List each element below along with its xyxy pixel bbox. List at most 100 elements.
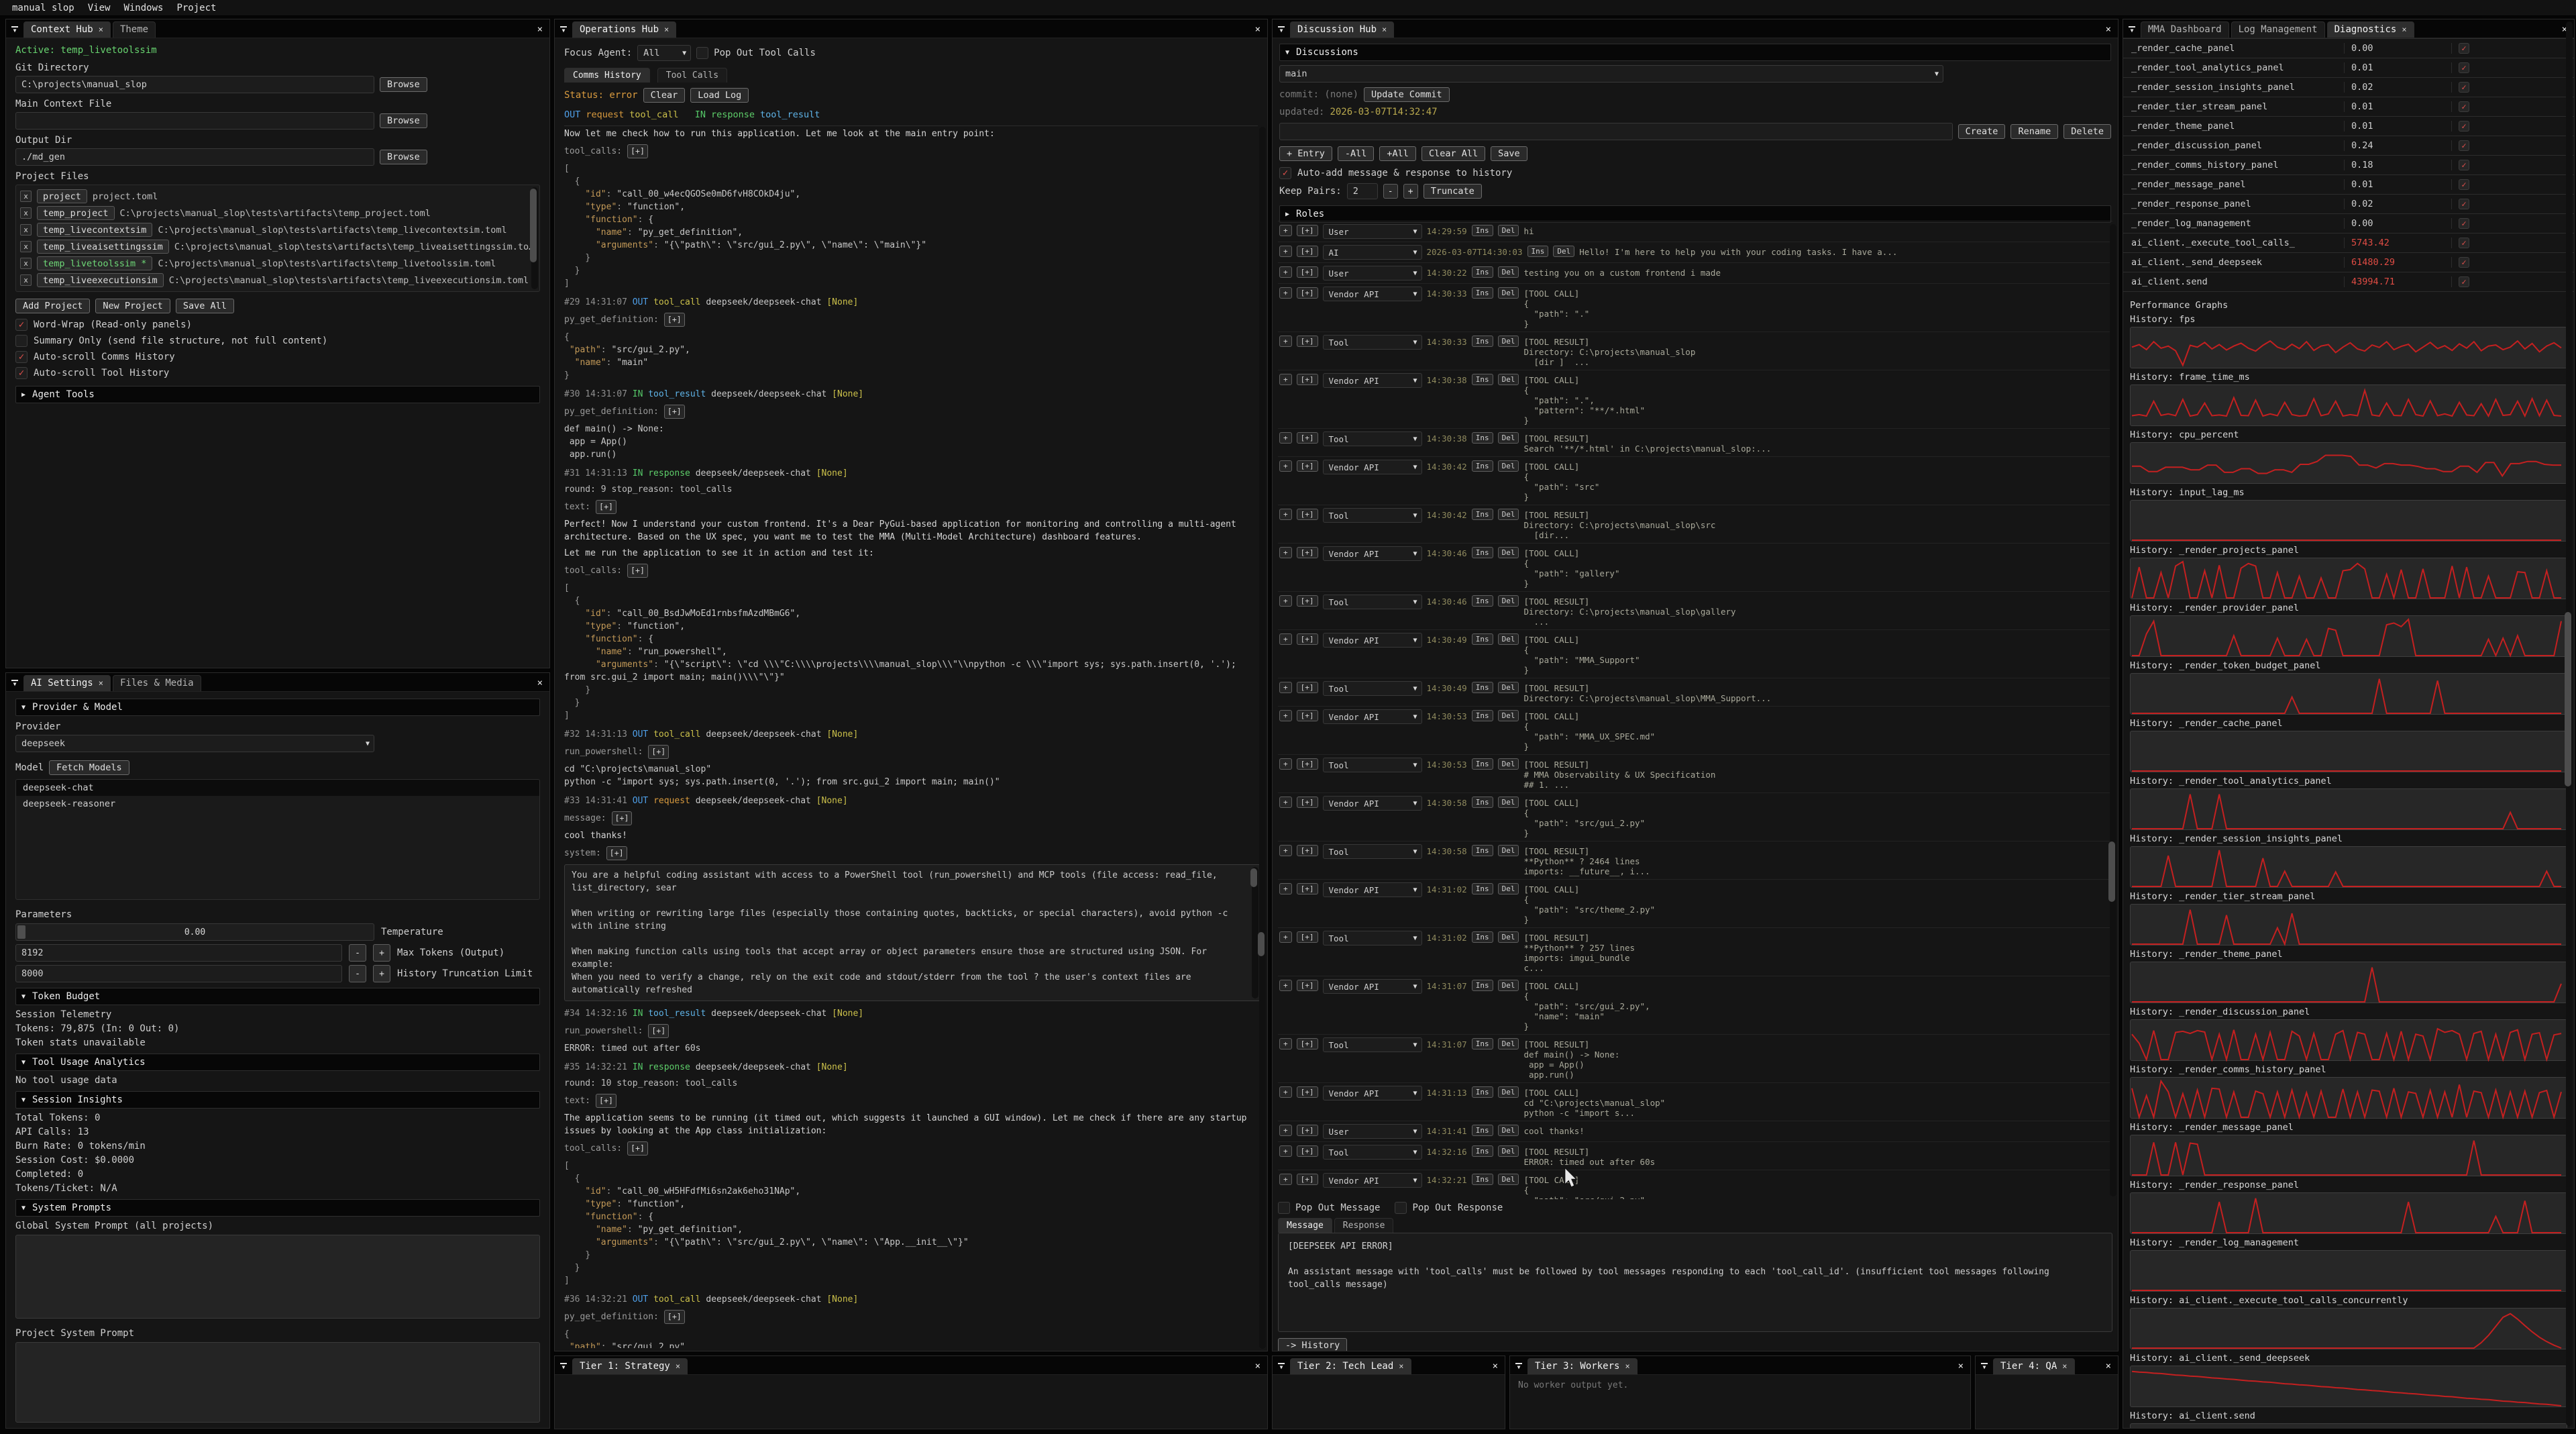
project-file-row[interactable]: xtemp_liveexecutionsimC:\projects\manual…	[20, 272, 535, 289]
discussion-entry-row[interactable]: +[+]Tool▼14:30:49InsDel[TOOL RESULT] Dir…	[1278, 678, 2112, 707]
add-entry-button[interactable]: +	[1279, 1125, 1292, 1136]
insert-entry-button[interactable]: Ins	[1472, 931, 1493, 943]
entry-role-select[interactable]: Vendor API▼	[1323, 546, 1422, 561]
expand-entry-button[interactable]: [+]	[1297, 547, 1318, 558]
minus-button[interactable]: -	[349, 965, 366, 982]
close-icon[interactable]: ×	[2106, 24, 2111, 35]
diag-checkbox[interactable]: ✓	[2459, 43, 2469, 54]
discussion-entry-row[interactable]: +[+]Vendor API▼14:30:58InsDel[TOOL CALL]…	[1278, 793, 2112, 841]
plus-button[interactable]: +	[373, 965, 390, 982]
menu-item-manual-slop[interactable]: manual slop	[5, 2, 81, 14]
expand-button[interactable]: [+]	[648, 745, 669, 759]
collapse-icon[interactable]: ▼	[9, 23, 21, 36]
delete-entry-button[interactable]: Del	[1498, 1174, 1519, 1185]
scrollbar[interactable]	[2566, 21, 2573, 1426]
insert-entry-button[interactable]: Ins	[1472, 980, 1493, 991]
expand-button[interactable]: [+]	[612, 811, 633, 825]
add-entry-button[interactable]: +	[1279, 710, 1292, 721]
delete-entry-button[interactable]: Del	[1498, 287, 1519, 299]
entry-role-select[interactable]: Vendor API▼	[1323, 633, 1422, 648]
entry-role-select[interactable]: Vendor API▼	[1323, 979, 1422, 994]
delete-entry-button[interactable]: Del	[1498, 432, 1519, 444]
discussion-entry-row[interactable]: +[+]Tool▼14:30:33InsDel[TOOL RESULT] Dir…	[1278, 332, 2112, 370]
discussion-entry-row[interactable]: +[+]Tool▼14:30:38InsDel[TOOL RESULT] Sea…	[1278, 429, 2112, 457]
add-entry-button[interactable]: +	[1279, 980, 1292, 991]
add-entry-button[interactable]: +	[1279, 246, 1292, 257]
tab-response[interactable]: Response	[1334, 1218, 1394, 1233]
project-files-list[interactable]: xprojectproject.tomlxtemp_projectC:\proj…	[15, 185, 540, 292]
message-error-box[interactable]: [DEEPSEEK API ERROR] An assistant messag…	[1278, 1233, 2112, 1332]
save-all-button[interactable]: Save All	[176, 299, 234, 313]
menu-item-windows[interactable]: Windows	[117, 2, 170, 14]
project-prompt-textarea[interactable]	[15, 1342, 540, 1423]
entry-role-select[interactable]: Tool▼	[1323, 508, 1422, 523]
remove-file-button[interactable]: x	[20, 224, 32, 236]
entry-role-select[interactable]: Vendor API▼	[1323, 1173, 1422, 1188]
tab-discussion-hub[interactable]: Discussion Hub ×	[1290, 21, 1394, 38]
provider-select[interactable]: deepseek ▼	[15, 735, 374, 752]
expand-entry-button[interactable]: [+]	[1297, 797, 1318, 808]
checkbox[interactable]: ✓	[15, 367, 28, 379]
truncate-button[interactable]: Truncate	[1424, 184, 1482, 199]
diag-checkbox[interactable]: ✓	[2459, 160, 2469, 170]
delete-entry-button[interactable]: Del	[1498, 797, 1519, 808]
keep-pairs-input[interactable]	[1347, 183, 1378, 199]
insert-entry-button[interactable]: Ins	[1472, 1145, 1493, 1157]
delete-entry-button[interactable]: Del	[1498, 547, 1519, 558]
close-icon[interactable]: ×	[1255, 24, 1260, 35]
tab-message[interactable]: Message	[1278, 1218, 1332, 1233]
add-entry-button[interactable]: +	[1279, 509, 1292, 520]
diag-checkbox[interactable]: ✓	[2459, 199, 2469, 209]
entry--entry-button[interactable]: + Entry	[1279, 146, 1332, 161]
expand-entry-button[interactable]: [+]	[1297, 710, 1318, 721]
entry-clear-all-button[interactable]: Clear All	[1421, 146, 1485, 161]
insert-entry-button[interactable]: Ins	[1472, 547, 1493, 558]
add-entry-button[interactable]: +	[1279, 1038, 1292, 1049]
insert-entry-button[interactable]: Ins	[1472, 1174, 1493, 1185]
project-file-row[interactable]: xprojectproject.toml	[20, 188, 535, 205]
expand-entry-button[interactable]: [+]	[1297, 225, 1318, 236]
discussion-entry-row[interactable]: +[+]Tool▼14:30:46InsDel[TOOL RESULT] Dir…	[1278, 592, 2112, 630]
temperature-slider[interactable]: 0.00	[15, 923, 374, 941]
expand-entry-button[interactable]: [+]	[1297, 682, 1318, 693]
checkbox[interactable]: ✓	[15, 351, 28, 363]
model-list[interactable]: deepseek-chatdeepseek-reasoner	[15, 779, 540, 900]
expand-entry-button[interactable]: [+]	[1297, 1125, 1318, 1136]
entry-role-select[interactable]: Vendor API▼	[1323, 882, 1422, 897]
session-insights-header[interactable]: ▼ Session Insights	[15, 1091, 540, 1109]
comms-history-log[interactable]: Now let me check how to run this applica…	[564, 124, 1260, 1348]
expand-button[interactable]: [+]	[596, 500, 616, 514]
insert-entry-button[interactable]: Ins	[1472, 460, 1493, 472]
discussion-entry-row[interactable]: +[+]Tool▼14:31:07InsDel[TOOL RESULT] def…	[1278, 1035, 2112, 1083]
remove-file-button[interactable]: x	[20, 207, 32, 219]
delete-entry-button[interactable]: Del	[1498, 460, 1519, 472]
add-entry-button[interactable]: +	[1279, 758, 1292, 770]
file-chip[interactable]: temp_liveexecutionsim	[37, 273, 164, 287]
diag-checkbox[interactable]: ✓	[2459, 121, 2469, 132]
insert-entry-button[interactable]: Ins	[1527, 246, 1549, 257]
close-icon[interactable]: ×	[99, 678, 103, 688]
discussion-entry-row[interactable]: +[+]Vendor API▼14:30:53InsDel[TOOL CALL]…	[1278, 707, 2112, 755]
delete-entry-button[interactable]: Del	[1553, 246, 1574, 257]
add-entry-button[interactable]: +	[1279, 595, 1292, 607]
insert-entry-button[interactable]: Ins	[1472, 336, 1493, 347]
expand-button[interactable]: [+]	[664, 313, 685, 327]
diag-checkbox[interactable]: ✓	[2459, 276, 2469, 287]
project-file-row[interactable]: xtemp_liveaisettingssimC:\projects\manua…	[20, 238, 535, 255]
expand-button[interactable]: [+]	[596, 1094, 616, 1108]
close-icon[interactable]: ×	[1493, 1361, 1498, 1372]
expand-entry-button[interactable]: [+]	[1297, 460, 1318, 472]
close-icon[interactable]: ×	[2106, 1361, 2111, 1372]
clear-button[interactable]: Clear	[643, 88, 686, 103]
discussion-entry-row[interactable]: +[+]Vendor API▼14:30:49InsDel[TOOL CALL]…	[1278, 630, 2112, 678]
collapse-icon[interactable]: ▼	[9, 677, 21, 689]
close-icon[interactable]: ×	[537, 678, 543, 688]
add-entry-button[interactable]: +	[1279, 883, 1292, 894]
expand-entry-button[interactable]: [+]	[1297, 633, 1318, 645]
discussion-name-input[interactable]	[1279, 123, 1953, 140]
diag-checkbox[interactable]: ✓	[2459, 179, 2469, 190]
discussion-entry-row[interactable]: +[+]User▼14:31:41InsDelcool thanks!	[1278, 1121, 2112, 1142]
delete-entry-button[interactable]: Del	[1498, 1038, 1519, 1049]
collapse-icon[interactable]: ▼	[1513, 1360, 1525, 1372]
delete-entry-button[interactable]: Del	[1498, 710, 1519, 721]
